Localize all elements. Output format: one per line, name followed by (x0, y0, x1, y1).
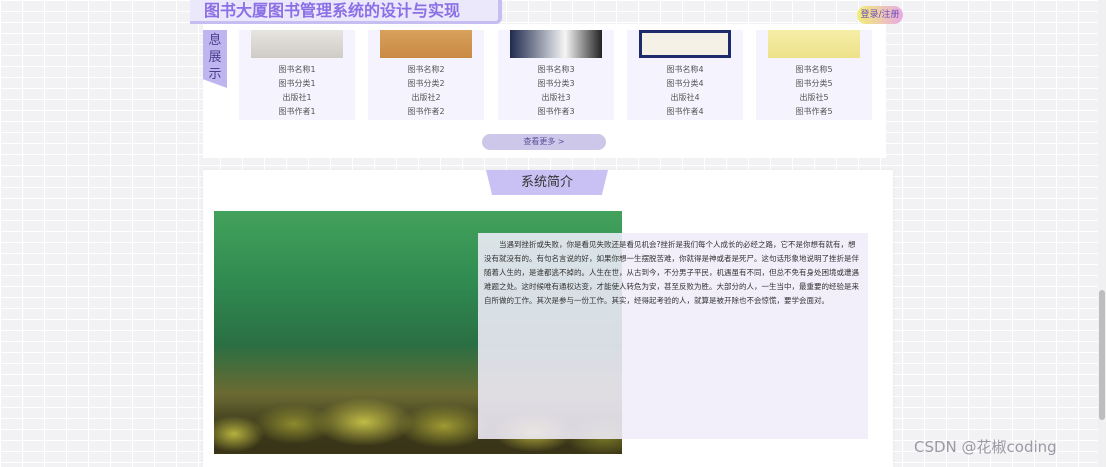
book-cover-image[interactable] (768, 30, 860, 58)
book-cover-image[interactable] (510, 30, 602, 58)
book-card[interactable]: 图书名称1 图书分类1 出版社1 图书作者1 (239, 30, 355, 120)
book-category: 图书分类4 (666, 79, 704, 88)
book-publisher: 出版社1 (282, 93, 312, 102)
section-side-label: 息 展 示 (203, 30, 227, 88)
book-card[interactable]: 图书名称5 图书分类5 出版社5 图书作者5 (756, 30, 872, 120)
site-title: 图书大厦图书管理系统的设计与实现 (190, 0, 502, 24)
book-category: 图书分类5 (795, 79, 833, 88)
side-label-char: 息 (208, 33, 222, 48)
book-cover-image[interactable] (639, 30, 731, 58)
book-author: 图书作者4 (666, 107, 704, 116)
book-card[interactable]: 图书名称2 图书分类2 出版社2 图书作者2 (368, 30, 484, 120)
book-cover-image[interactable] (251, 30, 343, 58)
book-author: 图书作者5 (795, 107, 833, 116)
book-publisher: 出版社2 (411, 93, 441, 102)
book-author: 图书作者1 (278, 107, 316, 116)
book-name: 图书名称3 (537, 65, 575, 74)
book-publisher: 出版社5 (799, 93, 829, 102)
book-card[interactable]: 图书名称3 图书分类3 出版社3 图书作者3 (498, 30, 614, 120)
intro-paragraph: 当遇到挫折或失败，你是看见失败还是看见机会?挫折是我们每个人成长的必经之路，它不… (484, 240, 859, 305)
book-author: 图书作者2 (407, 107, 445, 116)
view-more-button[interactable]: 查看更多 > (482, 134, 606, 150)
book-category: 图书分类3 (537, 79, 575, 88)
book-name: 图书名称2 (407, 65, 445, 74)
book-cover-image[interactable] (380, 30, 472, 58)
login-register-button[interactable]: 登录/注册 (857, 6, 903, 24)
intro-section-title: 系统简介 (486, 170, 608, 195)
book-category: 图书分类1 (278, 79, 316, 88)
book-publisher: 出版社4 (670, 93, 700, 102)
book-name: 图书名称1 (278, 65, 316, 74)
book-card[interactable]: 图书名称4 图书分类4 出版社4 图书作者4 (627, 30, 743, 120)
csdn-watermark: CSDN @花椒coding (914, 438, 1057, 456)
book-category: 图书分类2 (407, 79, 445, 88)
book-publisher: 出版社3 (541, 93, 571, 102)
side-label-char: 示 (208, 67, 222, 82)
book-name: 图书名称4 (666, 65, 704, 74)
side-label-char: 展 (208, 50, 222, 65)
scrollbar-thumb[interactable] (1099, 290, 1105, 420)
book-author: 图书作者3 (537, 107, 575, 116)
book-name: 图书名称5 (795, 65, 833, 74)
